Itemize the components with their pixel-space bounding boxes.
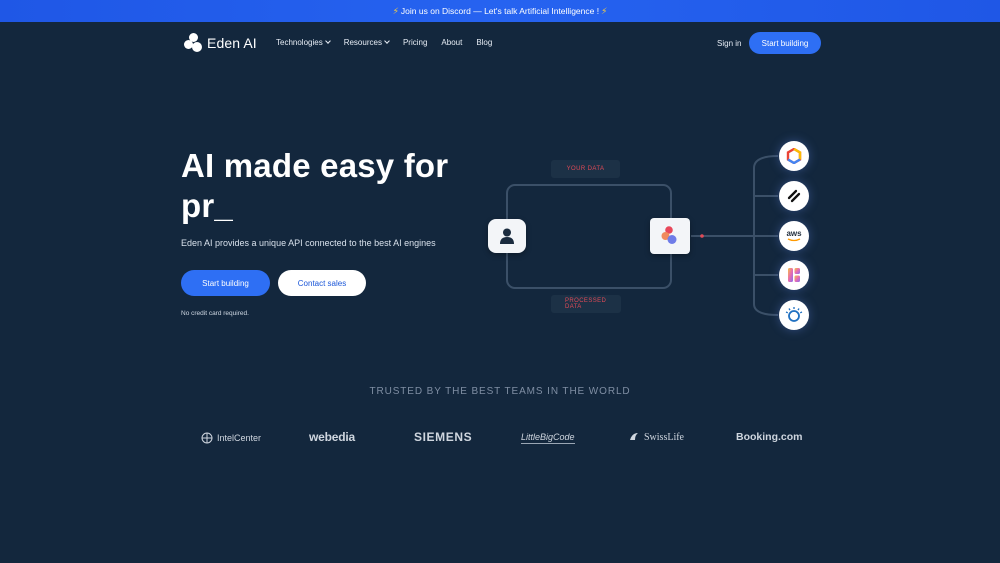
nav-links: Technologies Resources Pricing About Blo… (276, 38, 506, 47)
aws-icon: aws (779, 221, 809, 251)
eden-ai-node (650, 218, 690, 254)
processed-data-label: PROCESSED DATA (551, 295, 621, 313)
ibm-watson-icon (779, 300, 809, 330)
logo-intelcenter: IntelCenter (201, 432, 261, 444)
lightning-icon: ⚡ (601, 5, 608, 16)
nav-item-about[interactable]: About (441, 38, 462, 47)
company-name: IntelCenter (217, 433, 262, 443)
nav-item-blog[interactable]: Blog (476, 38, 492, 47)
logo-webedia: webedia (309, 430, 355, 444)
eden-logo-icon (661, 226, 677, 244)
provider-slash-icon (779, 181, 809, 211)
company-name: Booking.com (736, 431, 803, 443)
your-data-label: YOUR DATA (551, 160, 620, 178)
api-flow-diagram: YOUR DATA PROCESSED DATA aws (480, 140, 820, 340)
nav-item-pricing[interactable]: Pricing (403, 38, 427, 47)
chevron-down-icon (384, 38, 390, 44)
logo-siemens: SIEMENS (414, 430, 472, 444)
nav-item-resources[interactable]: Resources (343, 38, 390, 47)
swisslife-icon (630, 433, 638, 440)
top-nav: Eden AI Technologies Resources Pricing A… (0, 22, 1000, 66)
user-icon (500, 228, 514, 244)
nav-start-building-button[interactable]: Start building (749, 32, 821, 54)
customer-logos: IntelCenter webedia SIEMENS LittleBigCod… (0, 428, 1000, 452)
trusted-heading: TRUSTED BY THE BEST TEAMS IN THE WORLD (369, 386, 631, 397)
company-name: LittleBigCode (521, 432, 575, 442)
contact-sales-button[interactable]: Contact sales (278, 270, 366, 296)
logo-swisslife: SwissLife (628, 431, 684, 443)
nav-item-label: Technologies (276, 38, 323, 47)
chevron-down-icon (324, 38, 331, 44)
start-building-button[interactable]: Start building (181, 270, 270, 296)
hero-typing-text: pr_ (181, 187, 233, 224)
company-name: webedia (309, 430, 355, 444)
sign-in-link[interactable]: Sign in (717, 39, 741, 48)
nav-item-label: Resources (343, 38, 382, 47)
user-node (488, 219, 526, 253)
hero-title-line: AI made easy for (181, 147, 449, 184)
company-name: SIEMENS (414, 430, 473, 444)
google-cloud-icon (779, 141, 809, 171)
provider-gradient-icon (779, 260, 809, 290)
no-credit-card-note: No credit card required. (181, 310, 249, 317)
logo-littlebigcode: LittleBigCode (521, 432, 575, 444)
announcement-text: Join us on Discord — Let's talk Artifici… (400, 6, 600, 16)
logo-booking: Booking.com (736, 431, 803, 443)
eden-logo-icon (183, 33, 203, 53)
nav-item-technologies[interactable]: Technologies (276, 38, 331, 47)
brand-logo[interactable]: Eden AI (183, 33, 257, 53)
lightning-icon: ⚡ (392, 5, 399, 16)
hero-title: AI made easy for pr_ (181, 146, 481, 226)
announcement-banner[interactable]: ⚡ Join us on Discord — Let's talk Artifi… (0, 0, 1000, 22)
hero-subtitle: Eden AI provides a unique API connected … (181, 238, 436, 248)
intelcenter-icon (201, 432, 213, 444)
aws-label: aws (786, 229, 802, 238)
brand-name: Eden AI (207, 35, 257, 51)
company-name: SwissLife (644, 431, 684, 443)
